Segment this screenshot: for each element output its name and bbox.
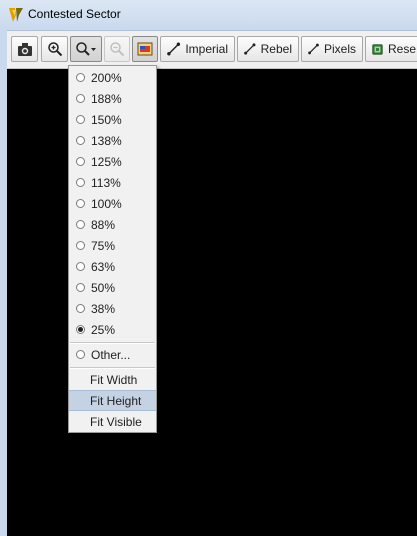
rebel-line-button[interactable]: Rebel bbox=[237, 36, 299, 62]
zoom-option-label: 100% bbox=[91, 196, 122, 211]
radio-icon bbox=[76, 304, 85, 313]
radio-icon bbox=[76, 94, 85, 103]
reset-button[interactable]: Rese bbox=[365, 36, 417, 62]
zoom-option-label: 25% bbox=[91, 322, 116, 337]
zoom-out-button[interactable] bbox=[104, 36, 130, 62]
fit-width-item[interactable]: Fit Width bbox=[69, 369, 156, 390]
zoom-option-label: 88% bbox=[91, 217, 116, 232]
radio-icon bbox=[76, 73, 85, 82]
zoom-in-button[interactable] bbox=[41, 36, 68, 62]
radio-icon bbox=[76, 178, 85, 187]
radio-icon bbox=[76, 115, 85, 124]
zoom-option-88[interactable]: 88% bbox=[69, 214, 156, 235]
radio-icon bbox=[76, 157, 85, 166]
zoom-option-113[interactable]: 113% bbox=[69, 172, 156, 193]
line-tool-icon bbox=[308, 43, 319, 55]
radio-icon bbox=[76, 283, 85, 292]
zoom-option-label: 125% bbox=[91, 154, 122, 169]
screenshot-button[interactable] bbox=[11, 36, 38, 62]
line-tool-icon bbox=[167, 42, 181, 56]
zoom-option-label: 38% bbox=[91, 301, 116, 316]
zoom-dropdown-icon bbox=[76, 42, 96, 56]
radio-icon bbox=[76, 220, 85, 229]
zoom-popup-menu: 200% 188% 150% 138% 125% 113% 100% 88% 7… bbox=[68, 65, 157, 433]
zoom-option-label: 138% bbox=[91, 133, 122, 148]
camera-icon bbox=[17, 42, 32, 56]
imperial-label: Imperial bbox=[185, 42, 228, 56]
zoom-option-125[interactable]: 125% bbox=[69, 151, 156, 172]
pixels-line-button[interactable]: Pixels bbox=[301, 36, 363, 62]
zoom-out-icon bbox=[110, 42, 125, 57]
zoom-option-label: 188% bbox=[91, 91, 122, 106]
radio-icon bbox=[76, 262, 85, 271]
radio-icon bbox=[76, 350, 85, 359]
zoom-in-icon bbox=[47, 42, 62, 57]
reset-icon bbox=[372, 43, 383, 55]
app-logo-icon bbox=[9, 8, 23, 22]
zoom-option-25[interactable]: 25% bbox=[69, 319, 156, 340]
zoom-option-label: Other... bbox=[91, 347, 131, 362]
zoom-option-63[interactable]: 63% bbox=[69, 256, 156, 277]
zoom-option-200[interactable]: 200% bbox=[69, 67, 156, 88]
rebel-label: Rebel bbox=[260, 42, 292, 56]
window-titlebar[interactable]: Contested Sector bbox=[0, 0, 417, 31]
zoom-option-label: 50% bbox=[91, 280, 116, 295]
zoom-option-label: 113% bbox=[91, 175, 121, 190]
zoom-option-other[interactable]: Other... bbox=[69, 344, 156, 365]
zoom-option-100[interactable]: 100% bbox=[69, 193, 156, 214]
radio-icon bbox=[76, 199, 85, 208]
radio-icon bbox=[76, 136, 85, 145]
toolbar: Imperial Rebel Pixels Rese bbox=[7, 31, 417, 69]
fit-visible-item[interactable]: Fit Visible bbox=[69, 411, 156, 432]
zoom-option-150[interactable]: 150% bbox=[69, 109, 156, 130]
imperial-line-button[interactable]: Imperial bbox=[160, 36, 235, 62]
zoom-menu-button[interactable] bbox=[70, 36, 102, 62]
zoom-option-75[interactable]: 75% bbox=[69, 235, 156, 256]
window-frame-left bbox=[0, 30, 7, 536]
pixels-label: Pixels bbox=[323, 42, 356, 56]
radio-selected-icon bbox=[76, 325, 85, 334]
zoom-option-label: 150% bbox=[91, 112, 122, 127]
zoom-option-label: 200% bbox=[91, 70, 122, 85]
zoom-option-label: 75% bbox=[91, 238, 116, 253]
window-title: Contested Sector bbox=[28, 7, 121, 21]
zoom-option-label: 63% bbox=[91, 259, 116, 274]
map-view-icon bbox=[137, 42, 153, 56]
fit-width-label: Fit Width bbox=[90, 372, 138, 387]
line-tool-icon bbox=[244, 43, 256, 55]
map-view-toggle[interactable] bbox=[132, 36, 158, 62]
reset-label: Rese bbox=[387, 42, 416, 56]
radio-icon bbox=[76, 241, 85, 250]
fit-height-label: Fit Height bbox=[90, 393, 142, 408]
zoom-option-138[interactable]: 138% bbox=[69, 130, 156, 151]
fit-height-item[interactable]: Fit Height bbox=[69, 390, 156, 411]
zoom-option-38[interactable]: 38% bbox=[69, 298, 156, 319]
zoom-option-50[interactable]: 50% bbox=[69, 277, 156, 298]
fit-visible-label: Fit Visible bbox=[90, 414, 142, 429]
zoom-option-188[interactable]: 188% bbox=[69, 88, 156, 109]
